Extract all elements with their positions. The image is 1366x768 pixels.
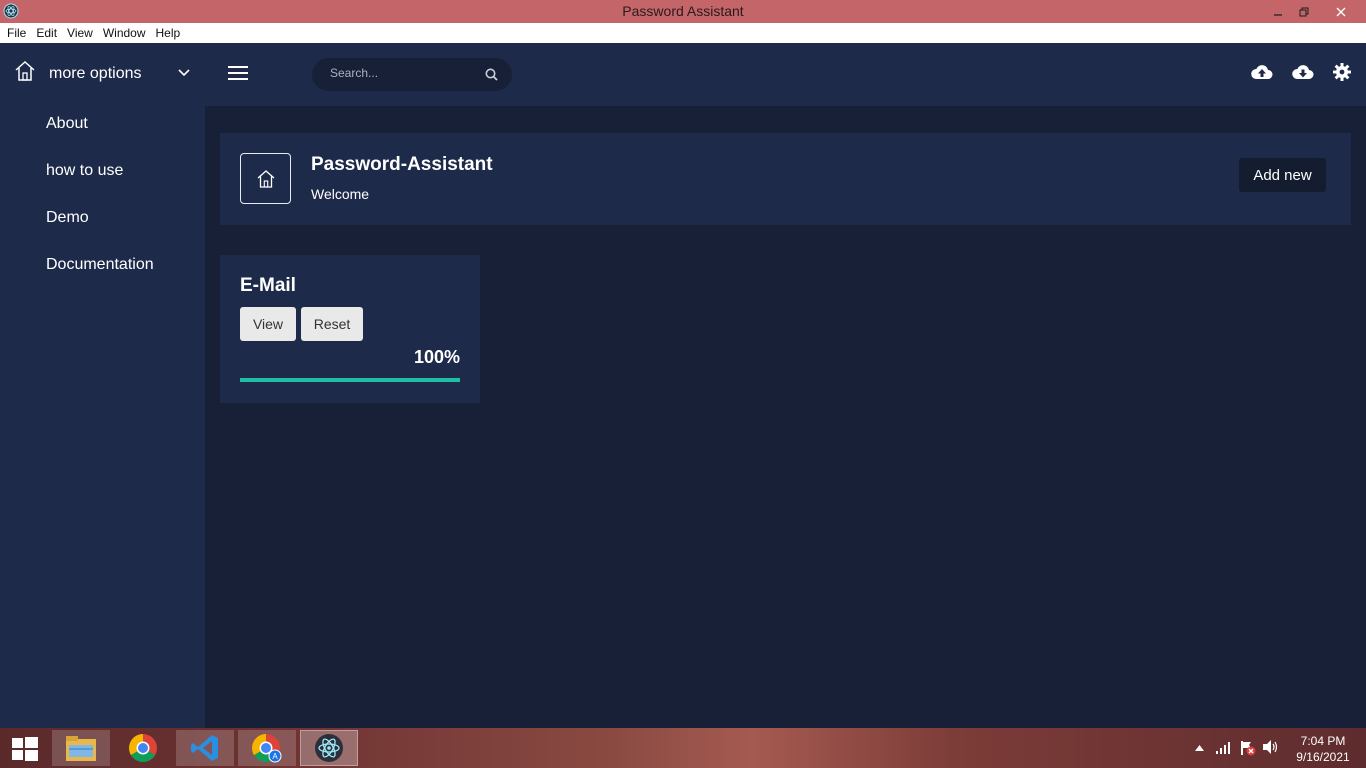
cloud-upload-icon[interactable] [1251,63,1273,81]
progress-bar [240,378,460,382]
taskbar-chrome-profile[interactable]: A [238,730,296,766]
action-center-warning-icon[interactable] [1240,740,1256,756]
gear-icon[interactable] [1333,63,1351,81]
search-icon[interactable] [485,68,498,81]
hamburger-menu-icon[interactable] [228,65,248,81]
minimize-icon [1274,13,1282,16]
progress-bar-fill [240,378,460,382]
tray-expand-icon[interactable] [1195,745,1204,751]
menu-window[interactable]: Window [99,26,152,40]
sidebar: more options About how to use Demo Docum… [0,43,205,728]
password-card: E-Mail View Reset 100% [220,255,480,403]
menu-edit[interactable]: Edit [32,26,63,40]
file-explorer-icon [66,736,96,761]
search-input[interactable] [330,66,480,80]
windows-start-icon[interactable] [12,737,38,761]
electron-icon [315,734,343,762]
taskbar-file-explorer[interactable] [52,730,110,766]
chrome-profile-icon: A [252,734,282,763]
chrome-icon [129,734,157,762]
home-icon [257,169,274,188]
chevron-down-icon [178,69,190,77]
window-title: Password Assistant [622,3,744,19]
restore-icon [1299,7,1309,16]
sidebar-item-how-to-use[interactable]: how to use [46,162,123,180]
sidebar-item-about[interactable]: About [46,115,88,133]
menu-view[interactable]: View [63,26,99,40]
close-window-button[interactable] [1318,0,1364,23]
page-banner: Password-Assistant Welcome Add new [220,133,1351,225]
reset-button[interactable]: Reset [301,307,363,341]
view-button[interactable]: View [240,307,296,341]
minimize-button[interactable] [1264,0,1292,23]
clock-date: 9/16/2021 [1296,750,1350,764]
home-icon [15,60,35,81]
more-options-toggle[interactable]: more options [0,43,205,106]
taskbar-electron[interactable] [300,730,358,766]
cloud-download-icon[interactable] [1292,63,1314,81]
taskbar-vscode[interactable] [176,730,234,766]
add-new-button[interactable]: Add new [1239,158,1326,192]
network-signal-icon[interactable] [1216,740,1232,754]
banner-home-box [240,153,291,204]
close-icon [1336,7,1346,16]
volume-icon[interactable] [1263,740,1279,754]
more-options-label: more options [49,65,142,82]
page-title: Password-Assistant [311,154,493,175]
main-content: Password-Assistant Welcome Add new E-Mai… [205,106,1366,728]
window-title-bar: Password Assistant [0,0,1366,23]
sidebar-item-demo[interactable]: Demo [46,209,89,227]
page-subtitle: Welcome [311,186,370,202]
sidebar-item-documentation[interactable]: Documentation [46,256,154,274]
system-clock[interactable]: 7:04 PM 9/16/2021 [1288,733,1358,765]
menu-file[interactable]: File [3,26,32,40]
menu-bar: File Edit View Window Help [0,23,1366,43]
svg-text:A: A [272,752,278,761]
taskbar-chrome[interactable] [114,730,172,766]
restore-button[interactable] [1290,0,1318,23]
taskbar: A 7:04 PM 9/16/2021 [0,728,1366,768]
vscode-icon [191,735,218,761]
progress-percent: 100% [413,347,460,367]
search-box [312,58,512,91]
card-title: E-Mail [240,275,296,296]
top-header [205,43,1366,106]
menu-help[interactable]: Help [152,26,187,40]
clock-time: 7:04 PM [1300,734,1346,748]
